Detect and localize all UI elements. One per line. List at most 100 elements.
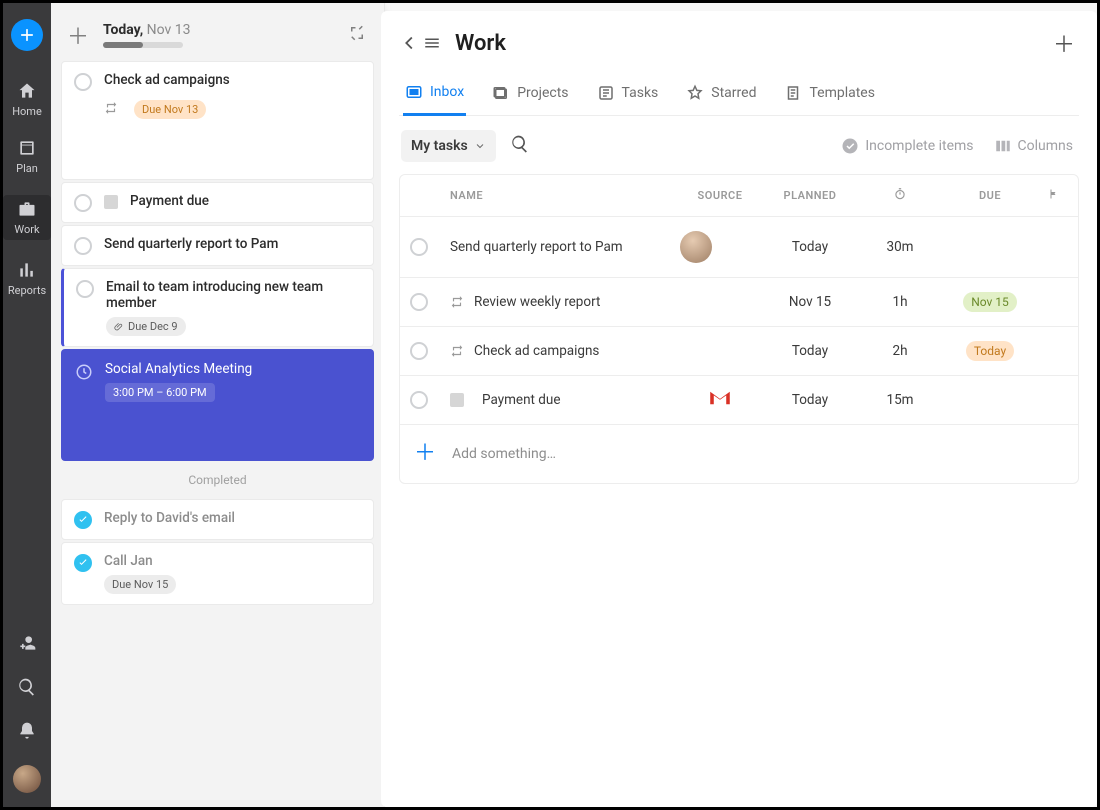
today-add-button[interactable]: ＋ bbox=[67, 19, 89, 51]
tab-projects[interactable]: Projects bbox=[490, 73, 570, 115]
today-task-list: Check ad campaigns Due Nov 13 Payment du… bbox=[61, 61, 374, 605]
columns-button[interactable]: Columns bbox=[994, 137, 1073, 155]
create-button[interactable] bbox=[11, 19, 43, 51]
tab-label: Inbox bbox=[430, 84, 464, 100]
completed-task-reply[interactable]: Reply to David's email bbox=[61, 499, 374, 540]
chevron-down-icon bbox=[474, 140, 486, 152]
due-pill: Due Nov 13 bbox=[134, 100, 206, 119]
nav-reports[interactable]: Reports bbox=[8, 260, 46, 297]
row-estimate: 1h bbox=[860, 294, 940, 310]
task-title: Check ad campaigns bbox=[104, 72, 230, 88]
table-row[interactable]: Check ad campaigns Today 2h Today bbox=[400, 326, 1078, 375]
today-header: ＋ Today, Nov 13 bbox=[61, 19, 374, 61]
main-tabs: Inbox Projects Tasks Starred Templates bbox=[399, 73, 1079, 116]
flag-icon bbox=[1048, 187, 1060, 201]
today-date: Today, Nov 13 bbox=[103, 22, 191, 38]
today-task-report[interactable]: Send quarterly report to Pam bbox=[61, 225, 374, 266]
tab-templates[interactable]: Templates bbox=[782, 73, 877, 115]
nav-reports-label: Reports bbox=[8, 284, 46, 297]
row-estimate: 15m bbox=[860, 392, 940, 408]
table-header: NAME SOURCE PLANNED DUE bbox=[400, 175, 1078, 216]
row-planned: Today bbox=[760, 392, 860, 408]
toolbar: My tasks Incomplete items Columns bbox=[399, 116, 1079, 174]
user-avatar[interactable] bbox=[13, 765, 41, 793]
col-source: SOURCE bbox=[680, 189, 760, 202]
row-name: Check ad campaigns bbox=[474, 343, 599, 359]
completed-task-call[interactable]: Call Jan Due Nov 15 bbox=[61, 542, 374, 605]
task-checkbox[interactable] bbox=[74, 194, 92, 212]
completed-section-label: Completed bbox=[61, 463, 374, 497]
invite-icon[interactable] bbox=[17, 633, 37, 657]
tab-starred[interactable]: Starred bbox=[684, 73, 758, 115]
row-due-chip: Today bbox=[966, 341, 1014, 361]
main-add-button[interactable]: ＋ bbox=[1053, 27, 1075, 59]
row-name: Payment due bbox=[482, 392, 561, 408]
row-planned: Today bbox=[760, 239, 860, 255]
row-checkbox[interactable] bbox=[410, 342, 428, 360]
row-checkbox[interactable] bbox=[410, 293, 428, 311]
today-task-payment[interactable]: Payment due bbox=[61, 182, 374, 223]
row-planned: Nov 15 bbox=[760, 294, 860, 310]
col-planned: PLANNED bbox=[760, 189, 860, 202]
nav-plan[interactable]: Plan bbox=[16, 138, 38, 175]
repeat-icon bbox=[450, 344, 464, 358]
task-title: Email to team introducing new team membe… bbox=[106, 279, 361, 311]
table-row[interactable]: Send quarterly report to Pam Today 30m bbox=[400, 216, 1078, 277]
task-checkbox[interactable] bbox=[74, 73, 92, 91]
expand-icon[interactable] bbox=[348, 24, 366, 46]
notifications-icon[interactable] bbox=[17, 721, 37, 745]
filter-label: My tasks bbox=[411, 138, 468, 154]
nav-home[interactable]: Home bbox=[12, 81, 42, 118]
task-checkbox-complete[interactable] bbox=[74, 511, 92, 529]
tab-label: Starred bbox=[711, 85, 756, 101]
tab-tasks[interactable]: Tasks bbox=[595, 73, 661, 115]
table-row[interactable]: Payment due Today 15m bbox=[400, 375, 1078, 424]
app-frame: Home Plan Work Reports ＋ Today, Nov 13 bbox=[3, 3, 1097, 807]
due-pill: Due Dec 9 bbox=[106, 317, 186, 336]
add-row-button[interactable]: ＋ Add something… bbox=[400, 424, 1078, 483]
mail-icon bbox=[450, 393, 464, 407]
add-label: Add something… bbox=[452, 446, 556, 462]
nav-work[interactable]: Work bbox=[3, 195, 51, 240]
row-checkbox[interactable] bbox=[410, 391, 428, 409]
col-estimate bbox=[860, 187, 940, 204]
nav-work-label: Work bbox=[14, 223, 39, 236]
tab-label: Tasks bbox=[622, 85, 659, 101]
due-pill: Due Nov 15 bbox=[104, 575, 176, 594]
today-event[interactable]: Social Analytics Meeting 3:00 PM – 6:00 … bbox=[61, 349, 374, 461]
filter-my-tasks[interactable]: My tasks bbox=[401, 130, 496, 162]
task-checkbox-complete[interactable] bbox=[74, 554, 92, 572]
task-checkbox[interactable] bbox=[74, 237, 92, 255]
task-title: Send quarterly report to Pam bbox=[104, 236, 278, 252]
event-title: Social Analytics Meeting bbox=[105, 361, 252, 377]
repeat-icon bbox=[450, 295, 464, 309]
nav-plan-label: Plan bbox=[16, 162, 38, 175]
row-estimate: 30m bbox=[860, 239, 940, 255]
incomplete-items-button[interactable]: Incomplete items bbox=[841, 137, 973, 155]
tab-label: Templates bbox=[809, 85, 875, 101]
col-name: NAME bbox=[450, 189, 680, 202]
row-name: Send quarterly report to Pam bbox=[450, 239, 623, 255]
tab-label: Projects bbox=[517, 85, 568, 101]
back-button[interactable] bbox=[399, 32, 441, 54]
source-avatar bbox=[680, 231, 712, 263]
search-icon[interactable] bbox=[17, 677, 37, 701]
task-checkbox[interactable] bbox=[76, 280, 94, 298]
tab-inbox[interactable]: Inbox bbox=[403, 73, 466, 116]
task-title: Call Jan bbox=[104, 553, 176, 569]
main-panel: Work ＋ Inbox Projects Tasks Starred bbox=[381, 11, 1097, 807]
clock-icon bbox=[75, 363, 93, 381]
task-title: Payment due bbox=[130, 193, 209, 209]
toolbar-search-icon[interactable] bbox=[510, 134, 530, 158]
incomplete-label: Incomplete items bbox=[865, 138, 973, 154]
row-planned: Today bbox=[760, 343, 860, 359]
row-due-chip: Nov 15 bbox=[963, 292, 1017, 312]
today-task-email-team[interactable]: Email to team introducing new team membe… bbox=[61, 268, 374, 347]
attach-icon bbox=[114, 322, 124, 332]
nav-home-label: Home bbox=[12, 105, 42, 118]
task-table: NAME SOURCE PLANNED DUE Send quarterly r… bbox=[399, 174, 1079, 484]
today-panel: ＋ Today, Nov 13 Check ad campaigns Due N… bbox=[51, 3, 385, 807]
today-task-check-ad[interactable]: Check ad campaigns Due Nov 13 bbox=[61, 61, 374, 180]
table-row[interactable]: Review weekly report Nov 15 1h Nov 15 bbox=[400, 277, 1078, 326]
row-checkbox[interactable] bbox=[410, 238, 428, 256]
